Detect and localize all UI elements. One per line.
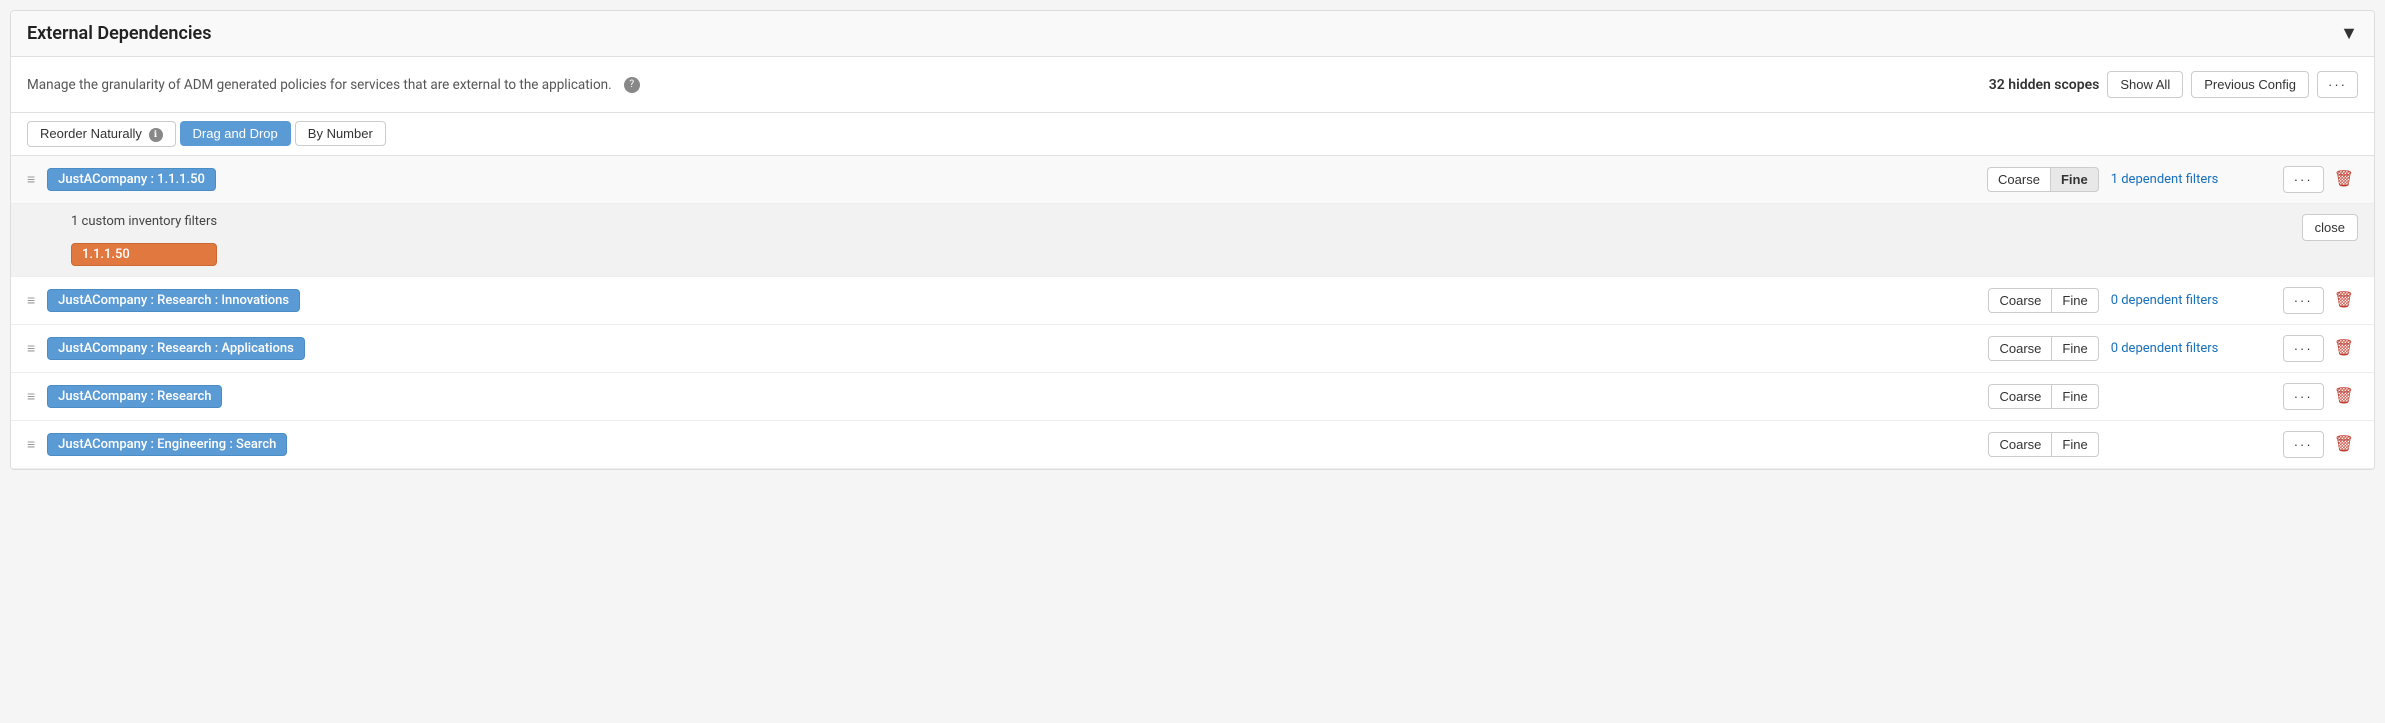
previous-config-button[interactable]: Previous Config	[2191, 71, 2309, 98]
drag-and-drop-button[interactable]: Drag and Drop	[180, 121, 291, 146]
table-row: ≡ JustACompany : Research CoarseFine ···🗑	[11, 373, 2374, 421]
row-more-button[interactable]: ···	[2283, 166, 2324, 193]
table-row: ≡ JustACompany : Research : Applications C…	[11, 325, 2374, 373]
delete-button[interactable]: 🗑	[2330, 336, 2358, 360]
by-number-button[interactable]: By Number	[295, 121, 386, 146]
show-all-button[interactable]: Show All	[2107, 71, 2183, 98]
row-more-button[interactable]: ···	[2283, 383, 2324, 410]
more-options-button[interactable]: ···	[2317, 71, 2358, 98]
dependent-filters-link[interactable]: 0 dependent filters	[2111, 341, 2271, 356]
toolbar-description: Manage the granularity of ADM generated …	[27, 77, 612, 93]
row-more-button[interactable]: ···	[2283, 335, 2324, 362]
reorder-naturally-info-icon[interactable]: ℹ	[149, 128, 163, 142]
reorder-bar: Reorder Naturally ℹ Drag and Drop By Num…	[11, 113, 2374, 156]
fine-button[interactable]: Fine	[2051, 384, 2098, 409]
delete-button[interactable]: 🗑	[2330, 167, 2358, 191]
coarse-button[interactable]: Coarse	[1988, 288, 2051, 313]
row-actions: ···🗑	[2283, 431, 2358, 458]
toolbar-actions: 32 hidden scopes Show All Previous Confi…	[1989, 71, 2358, 98]
ip-badge: 1.1.1.50	[71, 243, 217, 266]
collapse-icon[interactable]: ▼	[2340, 23, 2358, 44]
granularity-buttons: CoarseFine	[1988, 336, 2098, 361]
row-more-button[interactable]: ···	[2283, 287, 2324, 314]
sub-row-inner: 1 custom inventory filters 1.1.1.50 close	[71, 214, 2358, 266]
panel-header: External Dependencies ▼	[11, 11, 2374, 57]
fine-button[interactable]: Fine	[2051, 288, 2098, 313]
scope-badge: JustACompany : Research : Applications	[47, 337, 305, 360]
coarse-button[interactable]: Coarse	[1987, 167, 2050, 192]
table-row: ≡ JustACompany : Research : Innovations Co…	[11, 277, 2374, 325]
scope-badge: JustACompany : Engineering : Search	[47, 433, 287, 456]
granularity-buttons: CoarseFine	[1988, 288, 2098, 313]
drag-handle-icon[interactable]: ≡	[27, 340, 35, 357]
entries-list: ≡JustACompany : 1.1.1.50CoarseFine1 depe…	[11, 156, 2374, 469]
row-actions: ···🗑	[2283, 287, 2358, 314]
granularity-buttons: CoarseFine	[1987, 167, 2099, 192]
dependent-filters-link[interactable]: 1 dependent filters	[2111, 172, 2271, 187]
hidden-scopes-label: 32 hidden scopes	[1989, 77, 2100, 93]
row-actions: ···🗑	[2283, 335, 2358, 362]
close-button[interactable]: close	[2302, 214, 2358, 241]
help-icon[interactable]: ?	[624, 77, 640, 93]
reorder-naturally-button[interactable]: Reorder Naturally ℹ	[27, 121, 176, 147]
table-row: ≡ JustACompany : Engineering : Search Coar…	[11, 421, 2374, 469]
external-dependencies-panel: External Dependencies ▼ Manage the granu…	[10, 10, 2375, 470]
sub-content: 1 custom inventory filters 1.1.1.50	[71, 214, 217, 266]
row-actions: ···🗑	[2283, 383, 2358, 410]
drag-handle-icon[interactable]: ≡	[27, 436, 35, 453]
delete-button[interactable]: 🗑	[2330, 288, 2358, 312]
coarse-button[interactable]: Coarse	[1988, 336, 2051, 361]
granularity-buttons: CoarseFine	[1988, 384, 2098, 409]
fine-button[interactable]: Fine	[2051, 336, 2098, 361]
row-more-button[interactable]: ···	[2283, 431, 2324, 458]
panel-title: External Dependencies	[27, 23, 212, 44]
table-row: ≡ JustACompany : 1.1.1.50 CoarseFine 1 depe…	[11, 156, 2374, 204]
row-actions: ···🗑	[2283, 166, 2358, 193]
granularity-buttons: CoarseFine	[1988, 432, 2098, 457]
coarse-button[interactable]: Coarse	[1988, 432, 2051, 457]
toolbar-description-area: Manage the granularity of ADM generated …	[27, 77, 640, 93]
drag-handle-icon[interactable]: ≡	[27, 388, 35, 405]
fine-button[interactable]: Fine	[2050, 167, 2099, 192]
scope-badge: JustACompany : Research : Innovations	[47, 289, 300, 312]
scope-badge: JustACompany : 1.1.1.50	[47, 168, 216, 191]
scope-badge: JustACompany : Research	[47, 385, 222, 408]
sub-row: 1 custom inventory filters 1.1.1.50 close	[11, 204, 2374, 277]
custom-filters-label: 1 custom inventory filters	[71, 214, 217, 229]
drag-handle-icon[interactable]: ≡	[27, 292, 35, 309]
fine-button[interactable]: Fine	[2051, 432, 2098, 457]
drag-handle-icon[interactable]: ≡	[27, 171, 35, 188]
delete-button[interactable]: 🗑	[2330, 384, 2358, 408]
dependent-filters-link[interactable]: 0 dependent filters	[2111, 293, 2271, 308]
coarse-button[interactable]: Coarse	[1988, 384, 2051, 409]
delete-button[interactable]: 🗑	[2330, 432, 2358, 456]
toolbar: Manage the granularity of ADM generated …	[11, 57, 2374, 113]
